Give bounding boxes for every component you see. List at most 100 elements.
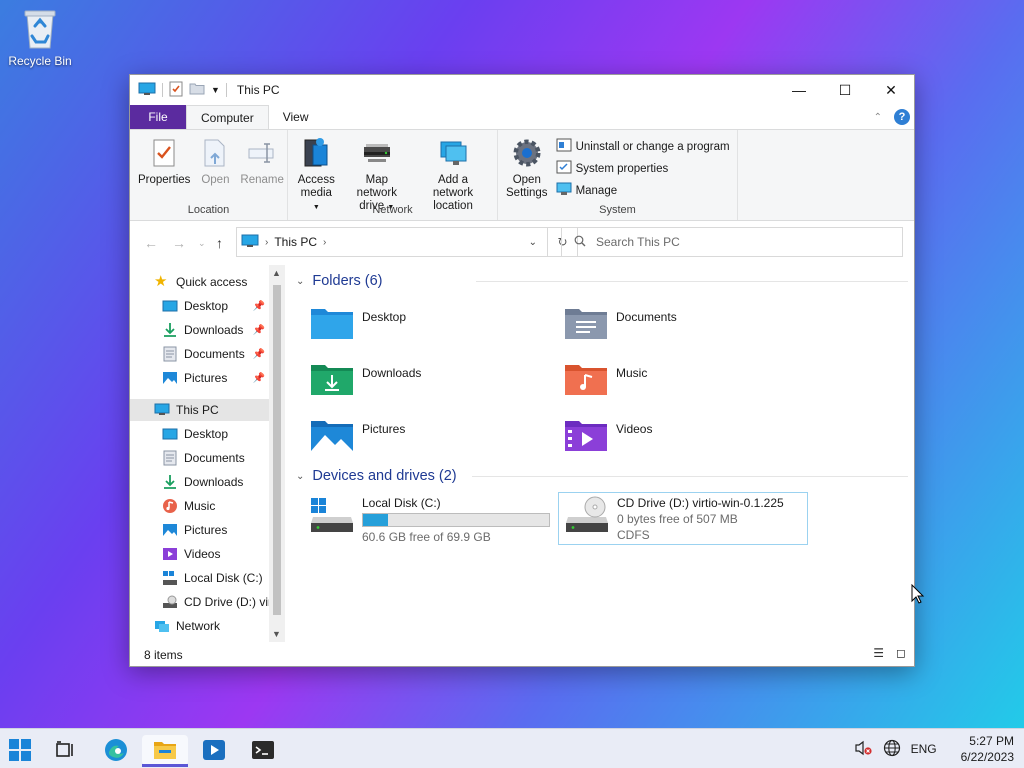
nav-scrollbar[interactable]: ▲ ▼ [269,265,285,642]
downloads-folder-icon [311,365,353,395]
drive-cd-d[interactable]: CD Drive (D:) virtio-win-0.1.225 0 bytes… [558,492,808,545]
edge-button[interactable] [99,735,133,765]
system-properties-button[interactable]: System properties [556,160,730,177]
nav-cd-drive[interactable]: CD Drive (D:) virtio-win-0.1.225 [130,591,285,613]
clock[interactable]: 5:27 PM 6/22/2023 [961,733,1014,765]
language-indicator[interactable]: ENG [911,742,937,756]
taskbar: ENG 5:27 PM 6/22/2023 [0,728,1024,768]
forward-arrow-icon[interactable]: → [172,235,186,251]
nav-local-disk[interactable]: Local Disk (C:) [130,567,269,589]
properties-quick-icon[interactable] [169,81,183,100]
scroll-thumb[interactable] [273,285,281,615]
this-pc-icon [154,403,170,415]
breadcrumb-chevron-icon[interactable]: › [323,237,326,248]
folders-section-header[interactable]: ⌄ Folders (6) [296,271,908,291]
recycle-bin-desktop-icon[interactable]: Recycle Bin [6,8,74,68]
media-server-icon [299,136,333,170]
nav-qa-pictures[interactable]: Pictures 📌 [130,367,269,389]
uninstall-program-button[interactable]: Uninstall or change a program [556,138,730,155]
this-pc-address-icon [241,234,259,251]
nav-qa-desktop[interactable]: Desktop 📌 [130,295,269,317]
open-icon [198,136,232,170]
system-tray: ENG 5:27 PM 6/22/2023 [854,729,1024,768]
media-player-button[interactable] [197,735,231,765]
help-icon[interactable]: ? [894,109,910,125]
pin-icon[interactable]: 📌 [253,301,265,312]
customize-quick-access-icon[interactable]: ▼ [211,85,220,95]
folder-pictures[interactable]: Pictures [310,417,405,453]
pin-icon[interactable]: 📌 [253,373,265,384]
manage-button[interactable]: Manage [556,182,730,199]
scroll-up-icon[interactable]: ▲ [272,268,281,278]
nav-qa-documents[interactable]: Documents 📌 [130,343,269,365]
media-player-icon [203,740,225,760]
cd-drive-icon [163,595,177,608]
back-arrow-icon[interactable]: ← [144,235,158,251]
search-input[interactable]: Search This PC [561,227,903,257]
videos-icon [163,548,177,560]
videos-folder-icon [565,421,607,451]
windows-logo-icon [9,739,31,761]
folder-documents[interactable]: Documents [564,305,677,341]
nav-documents[interactable]: Documents [130,447,269,469]
nav-music[interactable]: Music [130,495,269,517]
folder-downloads[interactable]: Downloads [310,361,421,397]
tab-computer[interactable]: Computer [186,105,269,129]
search-icon [574,235,586,250]
minimize-button[interactable]: — [776,75,822,105]
recent-locations-icon[interactable]: ⌄ [198,238,206,249]
this-pc-icon [138,82,156,99]
volume-muted-icon[interactable] [854,740,873,759]
globe-icon[interactable] [883,739,901,760]
recycle-bin-label: Recycle Bin [8,54,72,68]
nav-this-pc[interactable]: This PC [130,399,269,421]
start-button[interactable] [3,735,37,765]
nav-pictures[interactable]: Pictures [130,519,269,541]
collapse-ribbon-icon[interactable]: ⌃ [874,112,882,123]
maximize-button[interactable]: ☐ [822,75,868,105]
tab-view[interactable]: View [269,105,323,129]
drives-section-header[interactable]: ⌄ Devices and drives (2) [296,466,908,486]
ribbon: Properties Open Rename Location Access m… [130,129,914,221]
maximize-icon: ☐ [838,81,852,98]
breadcrumb-this-pc[interactable]: This PC [274,235,317,249]
nav-qa-downloads[interactable]: Downloads 📌 [130,319,269,341]
nav-network[interactable]: Network [130,615,269,637]
title-bar[interactable]: ▼ This PC — ☐ ✕ [130,75,914,105]
pin-icon[interactable]: 📌 [253,325,265,336]
nav-quick-access[interactable]: ★ Quick access [130,271,269,293]
address-bar[interactable]: › This PC › ⌄ [236,227,548,257]
system-properties-icon [556,160,572,177]
large-icons-view-icon[interactable]: ◻ [896,646,906,660]
gear-icon [510,136,544,170]
folder-desktop[interactable]: Desktop [310,305,406,341]
details-view-icon[interactable]: ☰ [873,646,884,660]
terminal-button[interactable] [246,735,280,765]
tab-file[interactable]: File [130,105,186,129]
properties-icon [147,136,181,170]
clock-time: 5:27 PM [969,734,1014,748]
nav-desktop[interactable]: Desktop [130,423,269,445]
scroll-down-icon[interactable]: ▼ [272,629,281,639]
nav-videos[interactable]: Videos [130,543,269,565]
folder-music[interactable]: Music [564,361,647,397]
network-icon [155,621,169,632]
task-view-icon [56,741,73,757]
pin-icon[interactable]: 📌 [253,349,265,360]
nav-downloads[interactable]: Downloads [130,471,269,493]
task-view-button[interactable] [48,735,82,765]
folder-videos[interactable]: Videos [564,417,652,453]
up-arrow-icon[interactable]: ↑ [216,235,223,251]
content-pane: ⌄ Folders (6) Desktop Documents Download… [290,265,914,642]
address-dropdown-icon[interactable]: ⌄ [529,237,537,248]
manage-icon [556,182,572,199]
close-button[interactable]: ✕ [868,75,914,105]
uninstall-icon [556,138,572,155]
pictures-icon [163,524,177,536]
mouse-cursor-icon [911,584,925,604]
drive-local-disk-c[interactable]: Local Disk (C:) 60.6 GB free of 69.9 GB [310,495,560,545]
file-explorer-taskbar-button[interactable] [142,735,188,767]
new-folder-quick-icon[interactable] [189,82,205,98]
documents-folder-icon [565,309,607,339]
windows-drive-icon [163,571,177,585]
